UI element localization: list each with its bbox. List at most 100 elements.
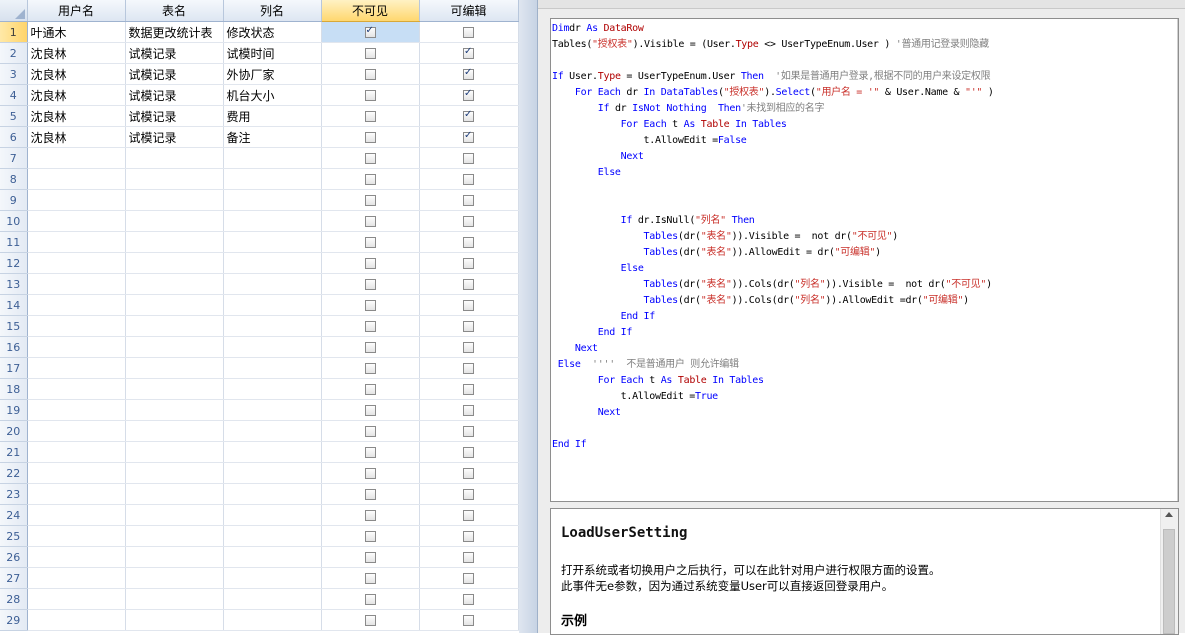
table-row[interactable]: 17 (0, 357, 519, 379)
cell-invisible[interactable] (321, 399, 420, 421)
cell-column[interactable] (223, 567, 322, 589)
invisible-checkbox[interactable] (364, 510, 376, 521)
editable-checkbox[interactable] (463, 195, 474, 206)
cell-column[interactable] (223, 315, 322, 337)
cell-invisible[interactable] (321, 273, 420, 295)
cell-invisible[interactable] (321, 168, 420, 190)
cell-editable[interactable] (419, 21, 519, 43)
cell-invisible[interactable] (321, 126, 420, 148)
code-text[interactable]: Dimdr As DataRow Tables("授权表").Visible = … (551, 19, 1178, 453)
row-header[interactable]: 20 (0, 420, 28, 442)
editable-checkbox[interactable] (463, 594, 474, 605)
row-header[interactable]: 1 (0, 21, 28, 43)
editable-checkbox[interactable] (463, 426, 474, 437)
row-header[interactable]: 5 (0, 105, 28, 127)
cell-user[interactable] (27, 189, 126, 211)
editable-checkbox[interactable] (463, 109, 474, 122)
editable-checkbox[interactable] (463, 258, 474, 269)
cell-invisible[interactable] (321, 504, 420, 526)
cell-table[interactable]: 试模记录 (125, 84, 224, 106)
cell-user[interactable] (27, 546, 126, 568)
invisible-checkbox[interactable] (364, 552, 376, 563)
cell-invisible[interactable] (321, 252, 420, 274)
invisible-checkbox[interactable] (364, 594, 376, 605)
table-row[interactable]: 24 (0, 504, 519, 526)
cell-table[interactable] (125, 315, 224, 337)
editable-checkbox[interactable] (463, 130, 474, 143)
cell-user[interactable] (27, 294, 126, 316)
editable-checkbox[interactable] (463, 573, 474, 584)
editable-checkbox[interactable] (463, 27, 474, 38)
cell-table[interactable] (125, 252, 224, 274)
cell-editable[interactable] (419, 420, 519, 442)
table-row[interactable]: 25 (0, 525, 519, 547)
editable-checkbox[interactable] (463, 321, 474, 332)
cell-column[interactable] (223, 189, 322, 211)
cell-table[interactable] (125, 168, 224, 190)
cell-column[interactable] (223, 441, 322, 463)
row-header[interactable]: 29 (0, 609, 28, 631)
cell-invisible[interactable] (321, 105, 420, 127)
table-row[interactable]: 1 叶通木 数据更改统计表 修改状态 (0, 21, 519, 43)
table-row[interactable]: 27 (0, 567, 519, 589)
row-header[interactable]: 14 (0, 294, 28, 316)
cell-table[interactable] (125, 525, 224, 547)
cell-invisible[interactable] (321, 525, 420, 547)
cell-table[interactable] (125, 357, 224, 379)
invisible-checkbox[interactable] (364, 111, 376, 122)
invisible-checkbox[interactable] (364, 531, 376, 542)
cell-user[interactable] (27, 483, 126, 505)
table-row[interactable]: 11 (0, 231, 519, 253)
cell-invisible[interactable] (321, 609, 420, 631)
scrollbar-thumb[interactable] (1163, 529, 1175, 634)
cell-user[interactable] (27, 525, 126, 547)
table-row[interactable]: 26 (0, 546, 519, 568)
row-header[interactable]: 12 (0, 252, 28, 274)
row-header[interactable]: 25 (0, 525, 28, 547)
row-header[interactable]: 21 (0, 441, 28, 463)
invisible-checkbox[interactable] (364, 615, 376, 626)
cell-column[interactable] (223, 147, 322, 169)
cell-invisible[interactable] (321, 420, 420, 442)
cell-table[interactable]: 试模记录 (125, 42, 224, 64)
invisible-checkbox[interactable] (364, 405, 376, 416)
cell-editable[interactable] (419, 252, 519, 274)
invisible-checkbox[interactable] (364, 489, 376, 500)
table-row[interactable]: 13 (0, 273, 519, 295)
cell-editable[interactable] (419, 399, 519, 421)
cell-user[interactable] (27, 147, 126, 169)
editable-checkbox[interactable] (463, 468, 474, 479)
row-header[interactable]: 26 (0, 546, 28, 568)
cell-editable[interactable] (419, 231, 519, 253)
cell-table[interactable] (125, 441, 224, 463)
cell-column[interactable] (223, 336, 322, 358)
cell-user[interactable] (27, 357, 126, 379)
cell-editable[interactable] (419, 210, 519, 232)
row-header[interactable]: 3 (0, 63, 28, 85)
cell-table[interactable] (125, 399, 224, 421)
cell-table[interactable] (125, 189, 224, 211)
cell-table[interactable] (125, 294, 224, 316)
cell-invisible[interactable] (321, 189, 420, 211)
cell-invisible[interactable] (321, 315, 420, 337)
cell-table[interactable] (125, 273, 224, 295)
cell-invisible[interactable] (321, 231, 420, 253)
table-row[interactable]: 3 沈良林 试模记录 外协厂家 (0, 63, 519, 85)
cell-table[interactable]: 试模记录 (125, 63, 224, 85)
cell-editable[interactable] (419, 378, 519, 400)
column-header-column[interactable]: 列名 (223, 0, 322, 22)
cell-editable[interactable] (419, 483, 519, 505)
row-header[interactable]: 4 (0, 84, 28, 106)
cell-column[interactable] (223, 483, 322, 505)
row-header[interactable]: 7 (0, 147, 28, 169)
pane-splitter[interactable] (519, 0, 538, 633)
table-row[interactable]: 19 (0, 399, 519, 421)
cell-user[interactable]: 沈良林 (27, 42, 126, 64)
row-header[interactable]: 6 (0, 126, 28, 148)
cell-column[interactable] (223, 588, 322, 610)
invisible-checkbox[interactable] (364, 573, 376, 584)
cell-editable[interactable] (419, 273, 519, 295)
invisible-checkbox[interactable] (364, 342, 376, 353)
select-all-corner[interactable] (0, 0, 28, 22)
cell-user[interactable] (27, 210, 126, 232)
